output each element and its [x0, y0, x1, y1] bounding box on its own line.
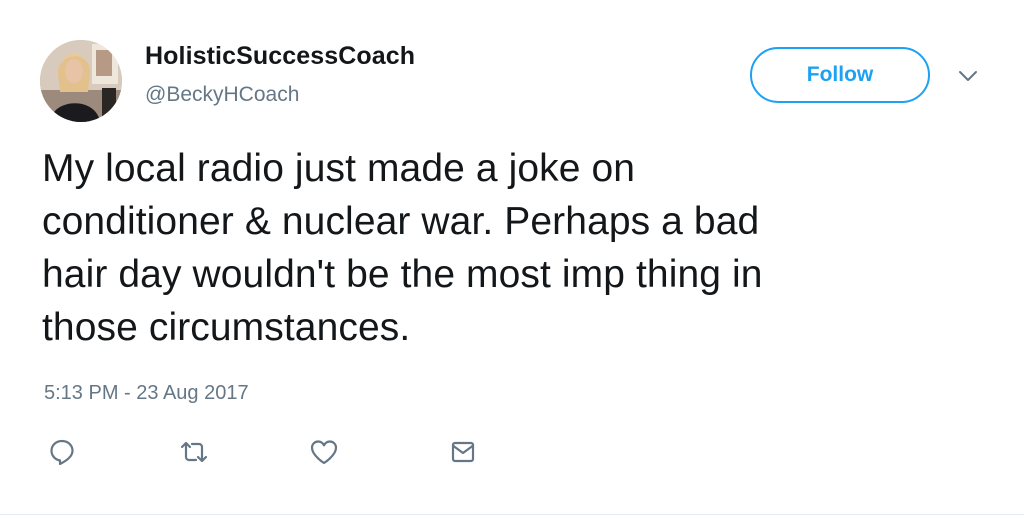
avatar-photo [40, 40, 122, 122]
more-options-button[interactable] [952, 62, 984, 90]
avatar[interactable] [40, 40, 122, 122]
retweet-button[interactable] [172, 430, 216, 474]
chevron-down-icon [959, 71, 977, 81]
tweet-actions [0, 430, 1024, 474]
envelope-icon [451, 441, 475, 463]
heart-icon [310, 440, 338, 465]
tweet-timestamp[interactable]: 5:13 PM - 23 Aug 2017 [44, 382, 249, 405]
tweet-text: My local radio just made a joke on condi… [42, 147, 763, 349]
like-button[interactable] [302, 430, 346, 474]
reply-button[interactable] [40, 430, 84, 474]
retweet-icon [180, 441, 208, 463]
tweet-card: HolisticSuccessCoach @BeckyHCoach Follow… [0, 0, 1024, 518]
divider [0, 514, 1024, 515]
reply-icon [50, 439, 74, 466]
follow-button[interactable]: Follow [750, 47, 930, 103]
direct-message-button[interactable] [441, 430, 485, 474]
display-name[interactable]: HolisticSuccessCoach [145, 42, 415, 71]
user-handle[interactable]: @BeckyHCoach [145, 83, 299, 107]
